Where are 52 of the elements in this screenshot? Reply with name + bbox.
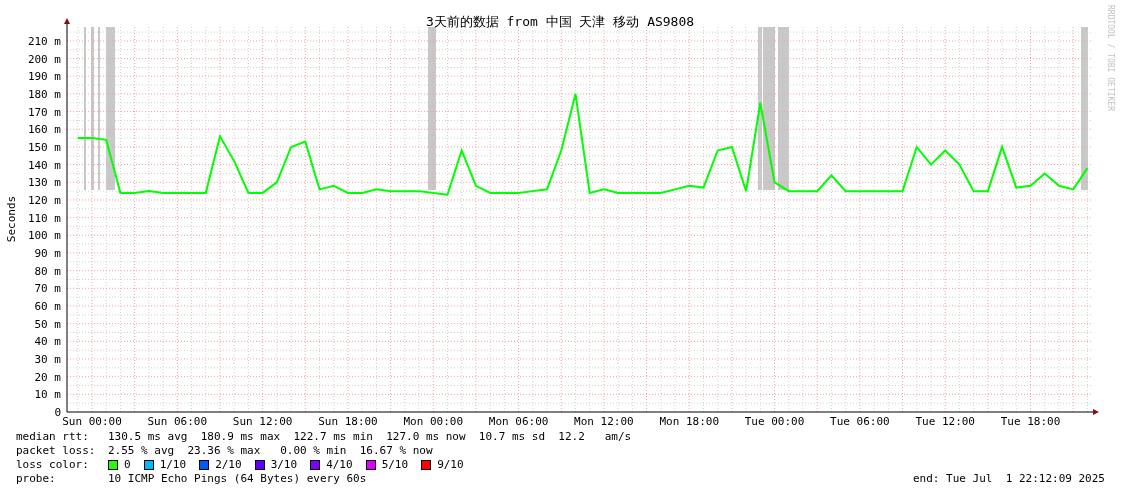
- loss-color-label: 4/10: [326, 458, 353, 472]
- loss-color-label: 2/10: [215, 458, 242, 472]
- x-tick-label: Sun 12:00: [232, 415, 293, 428]
- y-tick-label: 50 m: [34, 317, 61, 331]
- x-tick-label: Mon 12:00: [574, 415, 634, 428]
- x-tick-label: Tue 12:00: [915, 415, 975, 428]
- stat-values: 2.55 % avg 23.36 % max 0.00 % min 16.67 % now: [108, 444, 433, 458]
- x-tick-label: Sun 06:00: [147, 415, 208, 428]
- loss-color-label: 0: [124, 458, 131, 472]
- y-tick-label: 140 m: [27, 158, 61, 172]
- x-tick-label: Tue 06:00: [830, 415, 890, 428]
- y-tick-label: 90 m: [34, 246, 61, 260]
- chart-title: 3天前的数据 from 中国 天津 移动 AS9808: [425, 14, 695, 29]
- loss-color-label: 3/10: [270, 458, 298, 472]
- stat-label: probe:: [16, 472, 57, 486]
- y-tick-label: 10 m: [34, 388, 61, 402]
- y-tick-label: 20 m: [34, 370, 61, 384]
- y-tick-label: 200 m: [27, 52, 61, 66]
- y-tick-label: 120 m: [27, 193, 61, 207]
- y-tick-label: 170 m: [27, 105, 61, 119]
- x-tick-label: Tue 18:00: [1000, 415, 1061, 428]
- x-tick-label: Tue 00:00: [744, 415, 805, 428]
- y-tick-label: 60 m: [34, 300, 61, 313]
- x-tick-label: Sun 18:00: [318, 415, 378, 428]
- y-tick-label: 150 m: [27, 140, 61, 154]
- y-tick-label: 0: [54, 406, 61, 419]
- x-tick-label: Mon 18:00: [659, 415, 720, 428]
- y-tick-label: 160 m: [27, 123, 61, 137]
- y-axis-label: Seconds: [5, 195, 18, 243]
- loss-color-label: 5/10: [381, 458, 409, 472]
- credit-text: RRDTOOL / TOBI OETIKER: [1106, 5, 1115, 111]
- stat-label: median rtt:: [16, 430, 90, 444]
- y-tick-label: 210 m: [27, 34, 61, 48]
- y-tick-label: 80 m: [34, 264, 61, 278]
- stat-label: packet loss:: [16, 444, 97, 458]
- x-tick-label: Sun 00:00: [62, 415, 122, 428]
- loss-color-label: 9/10: [437, 458, 464, 472]
- y-tick-label: 70 m: [34, 282, 61, 296]
- y-tick-label: 190 m: [27, 70, 61, 84]
- y-tick-label: 40 m: [34, 335, 61, 349]
- stat-values: 130.5 ms avg 180.9 ms max 122.7 ms min 127.0 ms now 10.7 ms sd 12.2 am/s: [108, 430, 632, 444]
- stat-label: loss color:: [16, 458, 90, 472]
- probe-text: 10 ICMP Echo Pings (64 Bytes) every 60s: [108, 472, 367, 486]
- x-tick-label: Mon 00:00: [403, 415, 464, 428]
- x-tick-label: Mon 06:00: [488, 415, 549, 428]
- y-tick-label: 180 m: [27, 87, 61, 101]
- y-tick-label: 100 m: [27, 229, 61, 243]
- loss-color-label: 1/10: [159, 458, 187, 472]
- y-tick-label: 110 m: [27, 211, 61, 225]
- y-tick-label: 130 m: [27, 176, 61, 190]
- end-time: end: Tue Jul 1 22:12:09 2025: [912, 472, 1105, 486]
- y-tick-label: 30 m: [34, 353, 61, 366]
